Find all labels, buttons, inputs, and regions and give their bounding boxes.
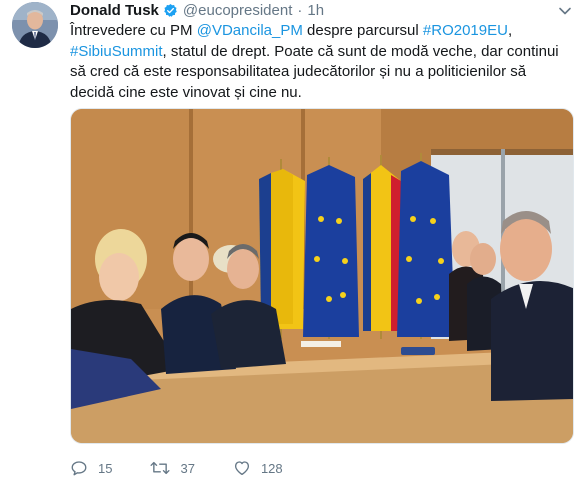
avatar[interactable] (12, 2, 58, 48)
text-part: despre parcursul (302, 22, 423, 39)
text-part: Întrevedere cu PM (70, 22, 197, 39)
tweet-text: Întrevedere cu PM @VDancila_PM despre pa… (70, 21, 570, 103)
hashtag-link[interactable]: #SibiuSummit (70, 43, 163, 60)
verified-badge-icon (163, 3, 178, 18)
retweet-icon (150, 461, 171, 475)
tweet-photo[interactable] (70, 108, 574, 444)
reply-count: 15 (98, 460, 113, 476)
tweet-header: Donald Tusk @eucopresident · 1h (70, 0, 324, 20)
reply-button[interactable]: 15 (70, 459, 112, 477)
reply-icon (71, 461, 87, 476)
author-name[interactable]: Donald Tusk (70, 2, 159, 19)
like-button[interactable]: 128 (233, 459, 283, 477)
mention-link[interactable]: @VDancila_PM (197, 22, 303, 39)
text-part: , (507, 22, 513, 39)
tweet-card: Donald Tusk @eucopresident · 1h Întreved… (0, 0, 588, 486)
separator-dot: · (297, 1, 303, 19)
retweet-button[interactable]: 37 (150, 459, 195, 477)
author-handle[interactable]: @eucopresident (183, 2, 292, 19)
retweet-count: 37 (180, 460, 195, 476)
like-count: 128 (260, 460, 283, 476)
chevron-down-icon[interactable] (558, 4, 572, 18)
tweet-actions: 15 37 128 (70, 458, 321, 478)
timestamp[interactable]: 1h (307, 2, 324, 19)
heart-icon (234, 461, 249, 476)
hashtag-link[interactable]: #RO2019EU (423, 22, 508, 39)
